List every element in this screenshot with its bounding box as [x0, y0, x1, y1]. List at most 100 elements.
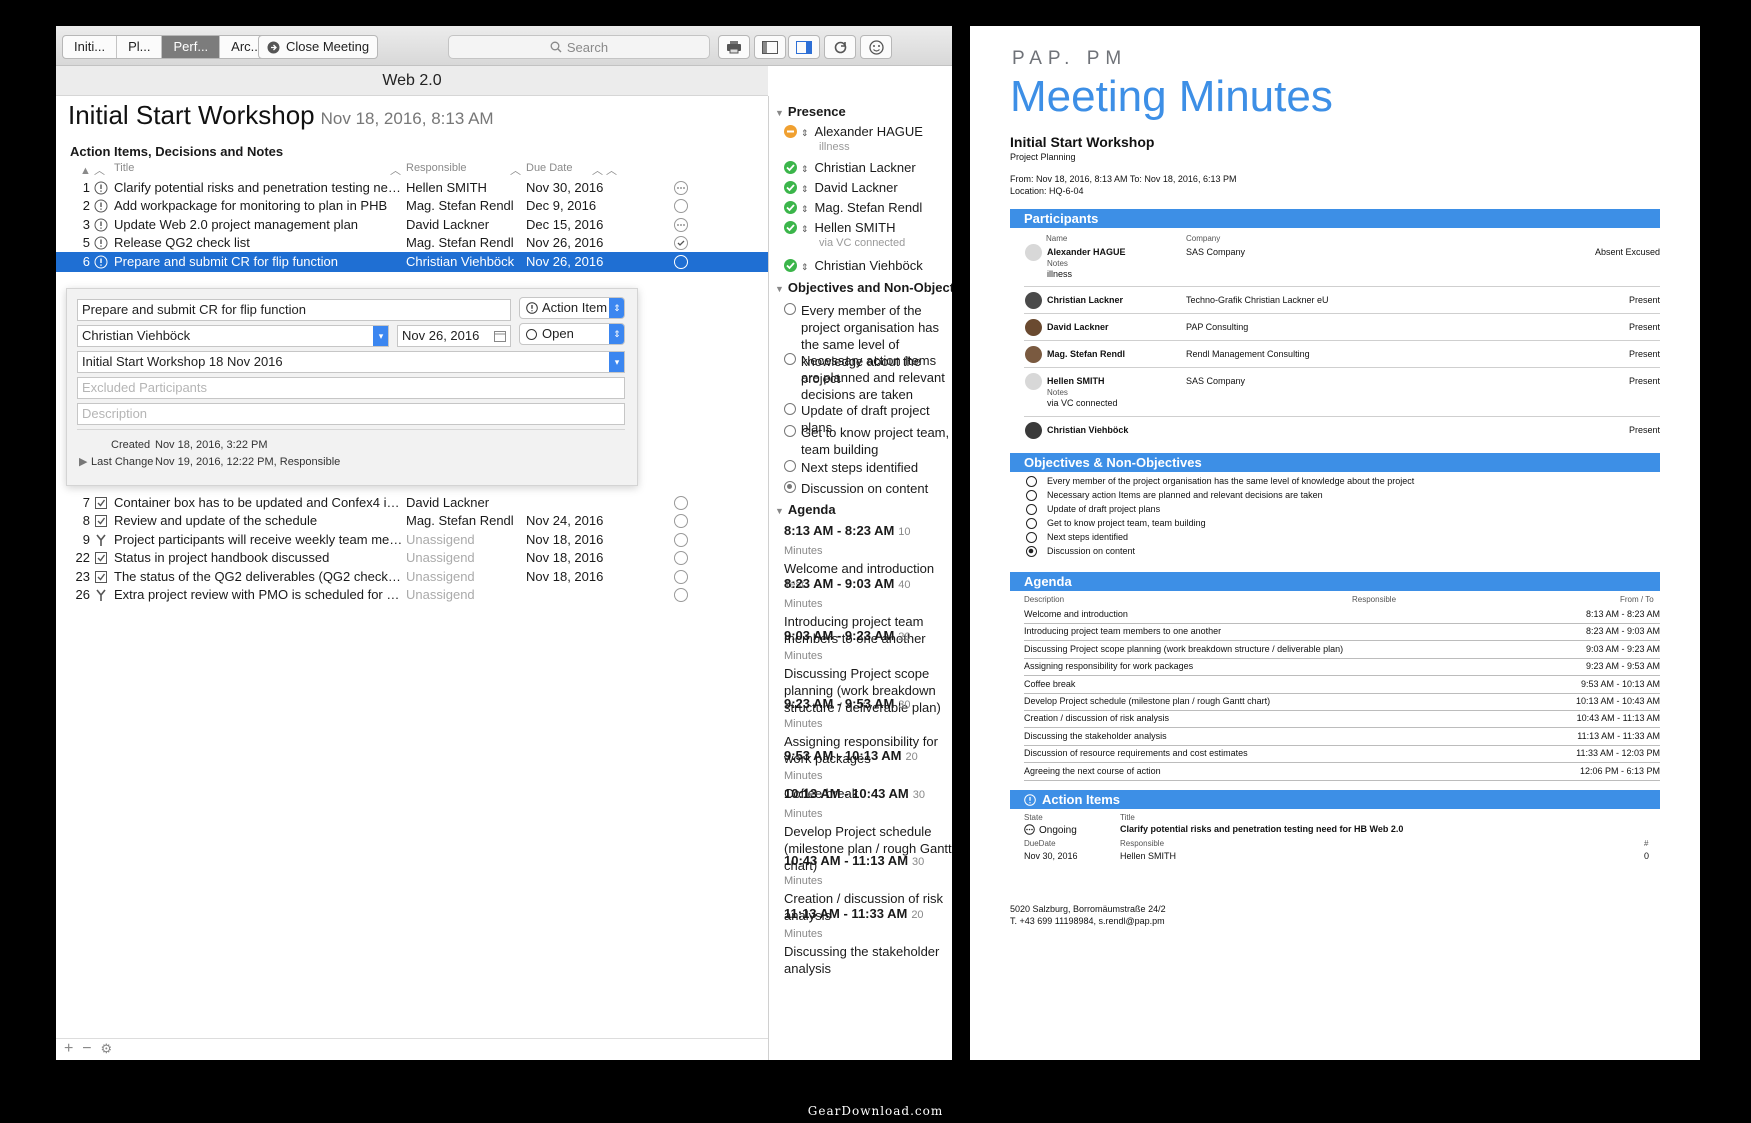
present-status-icon[interactable]: [784, 221, 797, 234]
agenda-description: Welcome and introduction: [1024, 609, 1128, 619]
table-row[interactable]: 1 Clarify potential risks and penetration…: [56, 178, 768, 198]
status-circle-icon[interactable]: [674, 569, 688, 584]
objective-icon: [1026, 518, 1037, 529]
responsible-select[interactable]: Christian Viehböck ▾: [77, 325, 389, 347]
row-title: Status in project handbook discussed: [114, 550, 330, 566]
row-divider: [1024, 675, 1660, 677]
tab-performance[interactable]: Perf...: [162, 36, 221, 58]
agenda-description: Discussion of resource requirements and …: [1024, 748, 1248, 759]
excluded-participants-field[interactable]: Excluded Participants: [77, 377, 625, 399]
status-circle-icon[interactable]: [674, 551, 688, 566]
sort-indicator[interactable]: ︿: [510, 162, 521, 178]
status-circle-icon[interactable]: [674, 236, 688, 251]
tab-initiation[interactable]: Initi...: [63, 36, 118, 58]
column-title[interactable]: Title: [114, 162, 134, 174]
table-row[interactable]: 9 Project participants will receive weekl…: [56, 530, 768, 550]
feedback-button[interactable]: [860, 35, 892, 59]
present-status-icon[interactable]: [784, 161, 797, 174]
description-field[interactable]: Description: [77, 403, 625, 425]
present-status-icon[interactable]: [784, 259, 797, 272]
chevron-updown-icon[interactable]: ⇕: [801, 184, 809, 195]
status-circle-icon[interactable]: [674, 254, 688, 269]
toggle-left-pane-button[interactable]: [754, 35, 786, 59]
presence-item[interactable]: ⇕ Alexander HAGUE: [784, 124, 923, 139]
chevron-updown-icon[interactable]: ⇕: [801, 128, 809, 139]
presence-item[interactable]: ⇕ Mag. Stefan Rendl: [784, 200, 922, 215]
agenda-description: Discussing the stakeholder analysis: [1024, 730, 1167, 741]
action-state: Ongoing: [1024, 824, 1077, 836]
sync-button[interactable]: [824, 35, 856, 59]
doc-meeting-title: Initial Start Workshop: [1010, 134, 1155, 150]
agenda-time: 10:13 AM - 10:43 AM: [784, 786, 909, 801]
chevron-updown-icon[interactable]: ⇕: [801, 204, 809, 215]
remove-icon[interactable]: −: [82, 1040, 91, 1057]
sort-indicator[interactable]: ︿: [390, 162, 401, 178]
chevron-updown-icon[interactable]: ⇕: [801, 164, 809, 175]
table-row[interactable]: 5 Release QG2 check list Mag. Stefan Rendl…: [56, 233, 768, 253]
agenda-time: 9:23 AM - 9:53 AM: [784, 696, 895, 711]
due-date-field[interactable]: Nov 26, 2016: [397, 325, 511, 347]
table-row[interactable]: 8 Review and update of the schedule Mag. S…: [56, 511, 768, 531]
present-status-icon[interactable]: [784, 181, 797, 194]
presence-name: Alexander HAGUE: [814, 124, 923, 139]
col-action-responsible: Responsible: [1120, 839, 1165, 848]
agenda-time: 11:13 AM - 11:33 AM: [784, 906, 908, 921]
add-icon[interactable]: +: [64, 1040, 73, 1057]
agenda-item[interactable]: 11:13 AM - 11:33 AM 20 Minutes Discussing …: [784, 905, 952, 977]
chevron-updown-icon[interactable]: ⇕: [801, 262, 809, 273]
agenda-header[interactable]: Agenda: [775, 502, 836, 517]
tab-planning[interactable]: Pl...: [117, 36, 163, 58]
table-row[interactable]: 7 Container box has to be updated and Con…: [56, 493, 768, 513]
row-title: Update Web 2.0 project management plan: [114, 216, 359, 232]
toggle-right-pane-button[interactable]: [788, 35, 820, 59]
presence-item[interactable]: ⇕ Hellen SMITH: [784, 220, 895, 235]
objective-item[interactable]: Get to know project team, team building: [784, 424, 952, 458]
objectives-header[interactable]: Objectives and Non-Objectives: [775, 280, 952, 295]
sort-indicator[interactable]: ︿ ︿: [592, 162, 617, 178]
table-row[interactable]: 6 Prepare and submit CR for flip function…: [56, 251, 768, 272]
objective-item[interactable]: Discussion on content: [784, 480, 952, 497]
absent-status-icon[interactable]: [784, 125, 797, 138]
agenda-description: Agreeing the next course of action: [1024, 765, 1161, 776]
table-row[interactable]: 2 Add workpackage for monitoring to plan …: [56, 196, 768, 216]
agenda-from-to: 9:03 AM - 9:23 AM: [1585, 643, 1660, 654]
row-number: 9: [82, 531, 90, 547]
column-due-date[interactable]: Due Date: [526, 162, 572, 174]
status-circle-icon[interactable]: [674, 181, 688, 195]
detail-title-field[interactable]: Prepare and submit CR for flip function: [77, 299, 511, 321]
status-circle-icon[interactable]: [674, 496, 688, 510]
objective-item[interactable]: Necessary action Items are planned and r…: [784, 352, 952, 403]
row-number: 5: [82, 235, 90, 251]
presence-item[interactable]: ⇕ David Lackner: [784, 180, 898, 195]
state-select[interactable]: Open ⇕: [519, 323, 625, 345]
status-circle-icon[interactable]: [674, 199, 688, 214]
sort-arrows[interactable]: ▲ ︿: [80, 162, 105, 178]
status-circle-icon[interactable]: [674, 532, 688, 547]
chevron-updown-icon[interactable]: ⇕: [801, 224, 809, 235]
item-type-select[interactable]: Action Item ⇕: [519, 297, 625, 319]
objective-item[interactable]: Next steps identified: [784, 459, 952, 476]
presence-item[interactable]: ⇕ Christian Lackner: [784, 160, 916, 175]
smiley-icon: [868, 39, 884, 55]
presence-header[interactable]: Presence: [775, 104, 846, 119]
status-circle-icon[interactable]: [674, 514, 688, 529]
status-circle-icon[interactable]: [674, 217, 688, 232]
table-row[interactable]: 3 Update Web 2.0 project management plan D…: [56, 215, 768, 235]
close-meeting-button[interactable]: Close Meeting: [258, 35, 379, 59]
table-row[interactable]: 23 The status of the QG2 deliverables (QG…: [56, 567, 768, 587]
meeting-select[interactable]: Initial Start Workshop 18 Nov 2016 ▾: [77, 351, 625, 373]
agenda-description: Discussing Project scope planning (work …: [1024, 643, 1344, 654]
participant-company: PAP Consulting: [1186, 322, 1249, 332]
presence-item[interactable]: ⇕ Christian Viehböck: [784, 258, 923, 273]
gear-icon[interactable]: ⚙: [100, 1041, 112, 1056]
print-button[interactable]: [718, 35, 750, 59]
search-field[interactable]: Search: [448, 35, 710, 59]
present-status-icon[interactable]: [784, 201, 797, 214]
status-circle-icon[interactable]: [674, 588, 688, 602]
col-due-date: DueDate: [1024, 839, 1056, 848]
disclosure-triangle-icon[interactable]: ▶: [79, 455, 87, 468]
table-row[interactable]: 22 Status in project handbook discussed Un…: [56, 548, 768, 568]
table-row[interactable]: 26 Extra project review with PMO is sched…: [56, 585, 768, 605]
column-responsible[interactable]: Responsible: [406, 162, 467, 174]
col-responsible: Responsible: [1352, 595, 1397, 604]
